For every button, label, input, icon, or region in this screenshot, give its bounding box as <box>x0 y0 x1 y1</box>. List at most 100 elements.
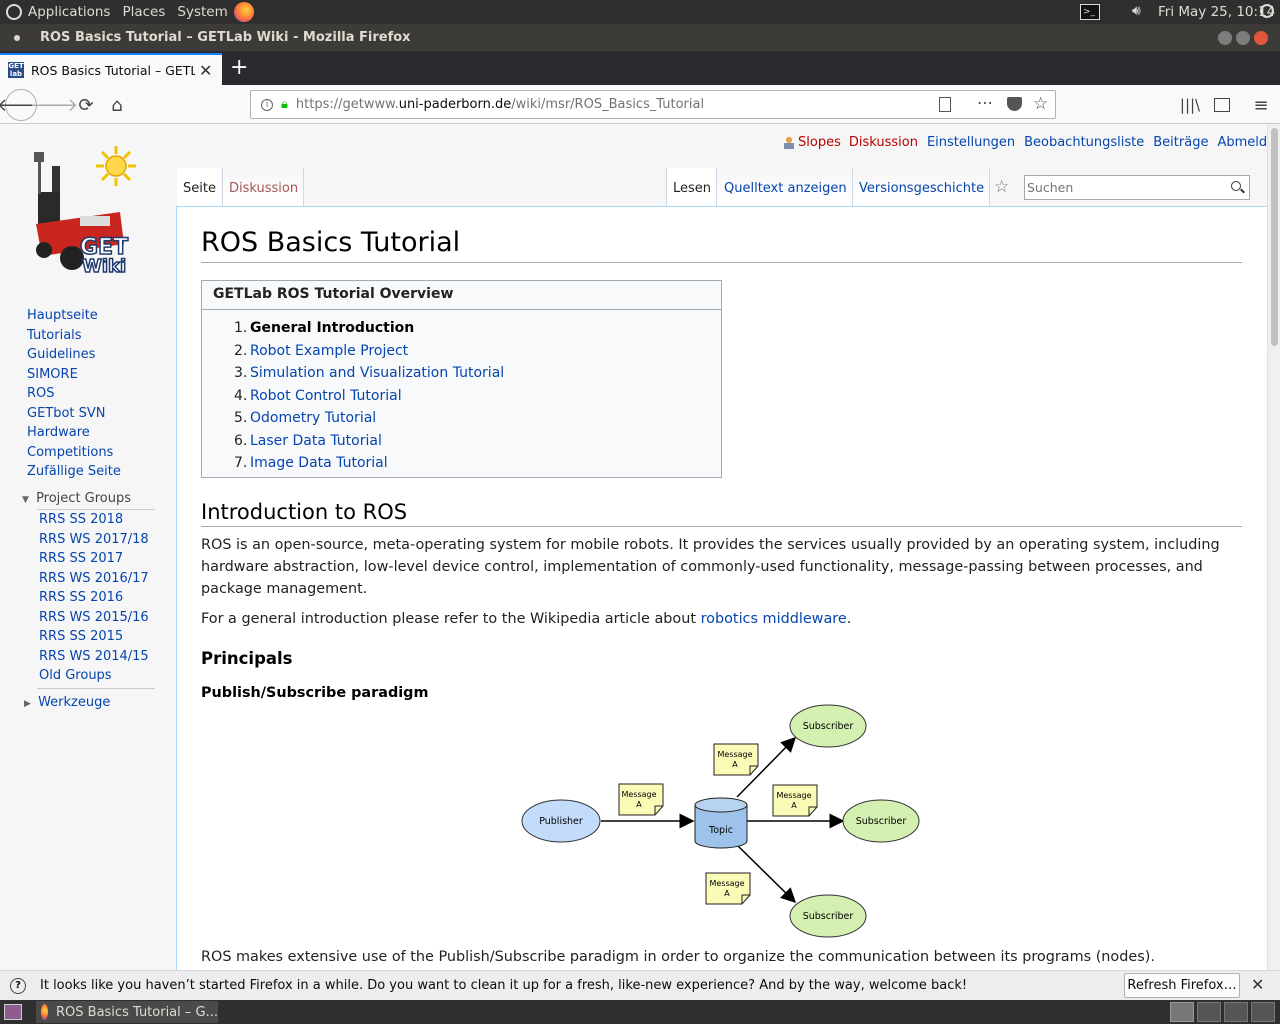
sidebar-item-simore[interactable]: SIMORE <box>27 365 121 385</box>
page-scrollbar[interactable] <box>1267 124 1280 970</box>
watch-star-icon[interactable]: ☆ <box>994 177 1009 197</box>
sidebar-item-ros[interactable]: ROS <box>27 384 121 404</box>
info-icon[interactable]: i <box>261 98 273 111</box>
new-tab-button[interactable]: + <box>230 55 248 80</box>
lock-icon[interactable]: 🔒︎ <box>281 97 288 112</box>
library-icon[interactable]: |||\ <box>1176 91 1204 119</box>
home-button[interactable]: ⌂ <box>103 91 131 119</box>
url-bar[interactable]: i 🔒︎ https://getwww. uni-paderborn.de /w… <box>250 90 1056 119</box>
tab-history[interactable]: Versionsgeschichte <box>852 168 990 206</box>
close-window-button[interactable] <box>1254 31 1268 45</box>
power-icon[interactable] <box>1260 4 1274 18</box>
refresh-firefox-button[interactable]: Refresh Firefox… <box>1124 973 1240 998</box>
sidebar-toggle-icon[interactable] <box>1208 91 1236 119</box>
terminal-icon[interactable]: >_ <box>1080 4 1100 20</box>
user-talk-link[interactable]: Diskussion <box>849 135 918 150</box>
publish-subscribe-heading: Publish/Subscribe paradigm <box>201 685 429 701</box>
project-group-rrs-ws-2017-18[interactable]: RRS WS 2017/18 <box>39 530 149 550</box>
notification-text: It looks like you haven’t started Firefo… <box>40 978 968 993</box>
reload-button[interactable]: ⟳ <box>72 91 100 119</box>
toc-item[interactable]: 6. Laser Data Tutorial <box>234 431 504 454</box>
pocket-icon[interactable] <box>1007 97 1022 111</box>
search-icon-handle <box>1240 188 1245 194</box>
tab-discussion[interactable]: Diskussion <box>222 168 304 206</box>
workspace-4[interactable] <box>1251 1002 1275 1022</box>
tab-page[interactable]: Seite <box>177 168 221 206</box>
scrollbar-thumb[interactable] <box>1271 128 1278 346</box>
robotics-middleware-link[interactable]: robotics middleware <box>701 611 847 627</box>
hamburger-menu-icon[interactable]: ≡ <box>1247 91 1275 119</box>
sidebar-item-guidelines[interactable]: Guidelines <box>27 345 121 365</box>
sidebar-item-zufällige-seite[interactable]: Zufällige Seite <box>27 462 121 482</box>
ubuntu-logo-icon[interactable] <box>6 4 22 20</box>
contributions-link[interactable]: Beiträge <box>1153 135 1208 150</box>
user-link[interactable]: Slopes <box>798 135 841 150</box>
toc-item[interactable]: 2. Robot Example Project <box>234 341 504 364</box>
preferences-link[interactable]: Einstellungen <box>927 135 1015 150</box>
project-group-rrs-ws-2015-16[interactable]: RRS WS 2015/16 <box>39 608 149 628</box>
sidebar-item-hardware[interactable]: Hardware <box>27 423 121 443</box>
workspace-2[interactable] <box>1197 1002 1221 1022</box>
tab-close-icon[interactable]: ✕ <box>199 61 212 80</box>
toc-link[interactable]: Image Data Tutorial <box>250 455 388 471</box>
system-menu[interactable]: System <box>171 4 233 20</box>
project-group-rrs-ss-2017[interactable]: RRS SS 2017 <box>39 549 149 569</box>
reader-view-icon[interactable] <box>939 97 951 112</box>
tab-view-source[interactable]: Quelltext anzeigen <box>716 168 852 206</box>
project-group-rrs-ss-2015[interactable]: RRS SS 2015 <box>39 627 149 647</box>
workspace-3[interactable] <box>1224 1002 1248 1022</box>
toc-link[interactable]: Simulation and Visualization Tutorial <box>250 365 504 381</box>
url-prefix: https://getwww. <box>295 97 399 112</box>
watchlist-link[interactable]: Beobachtungsliste <box>1024 135 1144 150</box>
collapsed-triangle-icon: ▶ <box>24 699 31 709</box>
project-group-rrs-ws-2014-15[interactable]: RRS WS 2014/15 <box>39 647 149 667</box>
sidebar-item-hauptseite[interactable]: Hauptseite <box>27 306 121 326</box>
toc-link[interactable]: General Introduction <box>250 320 414 336</box>
toc-link[interactable]: Laser Data Tutorial <box>250 433 382 449</box>
search-input[interactable] <box>1027 178 1223 197</box>
sidebar-item-getbot-svn[interactable]: GETbot SVN <box>27 404 121 424</box>
bottom-taskbar: ROS Basics Tutorial – G... <box>0 1000 1280 1024</box>
firefox-launcher-icon[interactable] <box>233 2 254 22</box>
window-menu-icon[interactable] <box>14 34 20 41</box>
svg-text:A: A <box>636 800 642 809</box>
forward-button[interactable]: 🡒 <box>30 91 78 119</box>
volume-icon[interactable]: 🔊︎ <box>1132 3 1141 19</box>
toc-item[interactable]: 7. Image Data Tutorial <box>234 453 504 476</box>
minimize-button[interactable] <box>1218 31 1232 45</box>
project-group-rrs-ss-2016[interactable]: RRS SS 2016 <box>39 588 149 608</box>
taskbar-window-item[interactable]: ROS Basics Tutorial – G... <box>36 1001 218 1023</box>
tools-heading[interactable]: ▶ Werkzeuge <box>24 695 110 710</box>
show-desktop-icon[interactable] <box>4 1004 22 1020</box>
toc-item[interactable]: 3. Simulation and Visualization Tutorial <box>234 363 504 386</box>
tab-read[interactable]: Lesen <box>666 168 716 207</box>
places-menu[interactable]: Places <box>116 4 171 20</box>
workspace-1[interactable] <box>1170 1002 1194 1022</box>
maximize-button[interactable] <box>1236 31 1250 45</box>
sidebar-item-tutorials[interactable]: Tutorials <box>27 326 121 346</box>
applications-menu[interactable]: Applications <box>22 4 116 20</box>
svg-text:Message: Message <box>621 790 656 799</box>
close-notification-icon[interactable]: ✕ <box>1251 975 1264 994</box>
page-actions-icon[interactable]: ⋯ <box>977 93 993 112</box>
toc-link[interactable]: Robot Control Tutorial <box>250 388 402 404</box>
logo-wiki-text: Wiki <box>82 256 126 274</box>
sidebar-item-competitions[interactable]: Competitions <box>27 443 121 463</box>
toc-item[interactable]: 1. General Introduction <box>234 318 504 341</box>
bookmark-star-icon[interactable]: ☆ <box>1033 94 1048 114</box>
browser-tab-active[interactable]: GET lab ROS Basics Tutorial – GETLa ✕ <box>0 53 222 85</box>
toc-item[interactable]: 5. Odometry Tutorial <box>234 408 504 431</box>
toc-link[interactable]: Robot Example Project <box>250 343 408 359</box>
svg-text:A: A <box>732 760 738 769</box>
get-wiki-logo[interactable]: GET Wiki <box>28 144 154 278</box>
project-group-old-groups[interactable]: Old Groups <box>39 666 149 686</box>
clock[interactable]: Fri May 25, 10:14 <box>1158 4 1275 20</box>
toc-item[interactable]: 4. Robot Control Tutorial <box>234 386 504 409</box>
project-groups-heading[interactable]: ▼ Project Groups <box>22 491 131 506</box>
project-group-rrs-ws-2016-17[interactable]: RRS WS 2016/17 <box>39 569 149 589</box>
project-group-rrs-ss-2018[interactable]: RRS SS 2018 <box>39 510 149 530</box>
search-box[interactable] <box>1024 175 1250 200</box>
message-note-top: Message A <box>713 743 759 776</box>
logout-link[interactable]: Abmelden <box>1217 135 1267 150</box>
toc-link[interactable]: Odometry Tutorial <box>250 410 376 426</box>
